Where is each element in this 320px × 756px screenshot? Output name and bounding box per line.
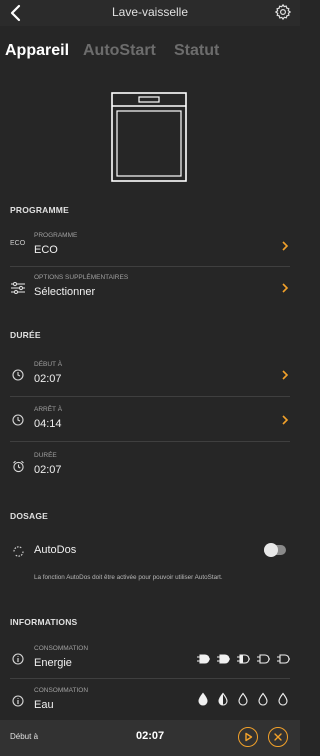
section-dosage-title: DOSAGE: [10, 511, 49, 521]
section-programme-title: PROGRAMME: [10, 205, 69, 215]
chevron-right-icon: [282, 415, 289, 425]
options-row[interactable]: OPTIONS SUPPLÉMENTAIRES Sélectionner: [0, 268, 300, 308]
stop-value: 04:14: [34, 418, 62, 430]
autodos-toggle[interactable]: [264, 543, 286, 557]
water-caption: CONSOMMATION: [34, 687, 89, 694]
divider: [10, 441, 290, 442]
gear-icon[interactable]: [274, 3, 292, 21]
chevron-right-icon: [282, 370, 289, 380]
water-level-indicator: [196, 692, 290, 711]
autodos-icon: [10, 531, 26, 571]
program-value: ECO: [34, 244, 58, 256]
tab-autostart[interactable]: AutoStart: [83, 42, 156, 60]
info-icon: [10, 681, 26, 721]
start-value: 02:07: [34, 373, 62, 385]
water-drop-icon: [196, 692, 210, 711]
water-drop-icon: [236, 692, 250, 711]
tab-bar: Appareil AutoStart Statut: [0, 34, 300, 70]
autodos-label: AutoDos: [34, 544, 77, 556]
chevron-right-icon: [282, 241, 289, 251]
options-value: Sélectionner: [34, 286, 96, 298]
section-duree-title: DURÉE: [10, 330, 41, 340]
energy-plug-icon: [216, 652, 230, 671]
energy-value: Energie: [34, 657, 72, 669]
clock-icon: [10, 400, 26, 440]
energy-plug-icon: [256, 652, 270, 671]
play-button[interactable]: [238, 727, 258, 747]
alarm-clock-icon: [10, 446, 26, 486]
energy-plug-icon: [196, 652, 210, 671]
clock-icon: [10, 355, 26, 395]
bottom-bar: Début à 02:07: [0, 720, 300, 756]
energy-level-indicator: [196, 652, 290, 671]
energy-row[interactable]: CONSOMMATION Energie: [0, 639, 300, 679]
stop-caption: ARRÊT À: [34, 406, 63, 413]
energy-plug-icon: [276, 652, 290, 671]
autodos-row: AutoDos: [0, 531, 300, 571]
duration-caption: DURÉE: [34, 452, 57, 459]
options-caption: OPTIONS SUPPLÉMENTAIRES: [34, 274, 129, 281]
chevron-right-icon: [282, 283, 289, 293]
water-row[interactable]: CONSOMMATION Eau: [0, 681, 300, 721]
start-time: 02:07: [136, 730, 165, 742]
tab-statut[interactable]: Statut: [174, 42, 219, 60]
start-label: Début à: [10, 732, 39, 741]
program-row[interactable]: ECO PROGRAMME ECO: [0, 226, 300, 266]
water-value: Eau: [34, 699, 54, 711]
close-icon: [274, 733, 282, 741]
start-time-row[interactable]: DÉBUT À 02:07: [0, 355, 300, 395]
tab-appareil[interactable]: Appareil: [5, 42, 69, 60]
top-bar: Lave-vaisselle: [0, 0, 300, 26]
energy-caption: CONSOMMATION: [34, 645, 89, 652]
play-icon: [245, 732, 253, 742]
autodos-note: La fonction AutoDos doit être activée po…: [34, 574, 223, 581]
energy-plug-icon: [236, 652, 250, 671]
page-title: Lave-vaisselle: [111, 5, 189, 19]
section-informations-title: INFORMATIONS: [10, 617, 78, 627]
stop-time-row[interactable]: ARRÊT À 04:14: [0, 400, 300, 440]
program-caption: PROGRAMME: [34, 232, 78, 239]
water-drop-icon: [276, 692, 290, 711]
divider: [10, 396, 290, 397]
dishwasher-illustration: [111, 92, 187, 182]
divider: [10, 678, 290, 679]
program-lead-label: ECO: [10, 240, 26, 247]
info-icon: [10, 639, 26, 679]
water-drop-icon: [256, 692, 270, 711]
duration-row: DURÉE 02:07: [0, 446, 300, 486]
sliders-icon: [10, 268, 26, 308]
divider: [10, 266, 290, 267]
duration-value: 02:07: [34, 464, 62, 476]
start-caption: DÉBUT À: [34, 361, 63, 368]
water-drop-icon: [216, 692, 230, 711]
cancel-button[interactable]: [268, 727, 288, 747]
